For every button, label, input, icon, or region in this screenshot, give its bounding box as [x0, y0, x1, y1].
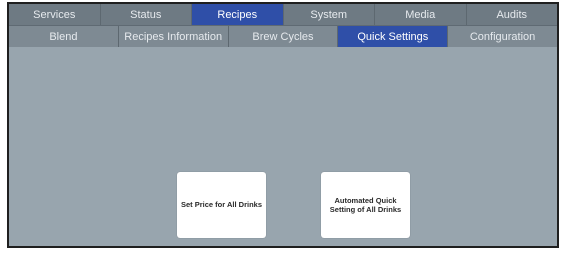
subtab-configuration[interactable]: Configuration	[448, 26, 557, 47]
subtab-blend[interactable]: Blend	[9, 26, 119, 47]
primary-tab-bar: Services Status Recipes System Media Aud…	[9, 4, 557, 25]
tab-system[interactable]: System	[284, 4, 375, 25]
quick-settings-panel: Set Price for All Drinks Automated Quick…	[9, 48, 557, 246]
automated-quick-setting-button[interactable]: Automated Quick Setting of All Drinks	[321, 172, 410, 238]
tab-services[interactable]: Services	[9, 4, 101, 25]
tab-media[interactable]: Media	[375, 4, 467, 25]
tab-recipes[interactable]: Recipes	[192, 4, 284, 25]
app-window: Services Status Recipes System Media Aud…	[7, 2, 559, 248]
subtab-quick-settings[interactable]: Quick Settings	[338, 26, 449, 47]
automated-quick-setting-label: Automated Quick Setting of All Drinks	[330, 196, 401, 215]
secondary-tab-bar: Blend Recipes Information Brew Cycles Qu…	[9, 25, 557, 47]
automated-label-line2: Setting of All Drinks	[329, 205, 402, 214]
subtab-brew-cycles[interactable]: Brew Cycles	[229, 26, 339, 47]
set-price-all-drinks-button[interactable]: Set Price for All Drinks	[177, 172, 266, 238]
subtab-recipes-information[interactable]: Recipes Information	[119, 26, 229, 47]
automated-label-line1: Automated Quick	[334, 195, 397, 205]
set-price-label: Set Price for All Drinks	[181, 200, 262, 210]
tab-audits[interactable]: Audits	[467, 4, 558, 25]
tab-status[interactable]: Status	[101, 4, 192, 25]
